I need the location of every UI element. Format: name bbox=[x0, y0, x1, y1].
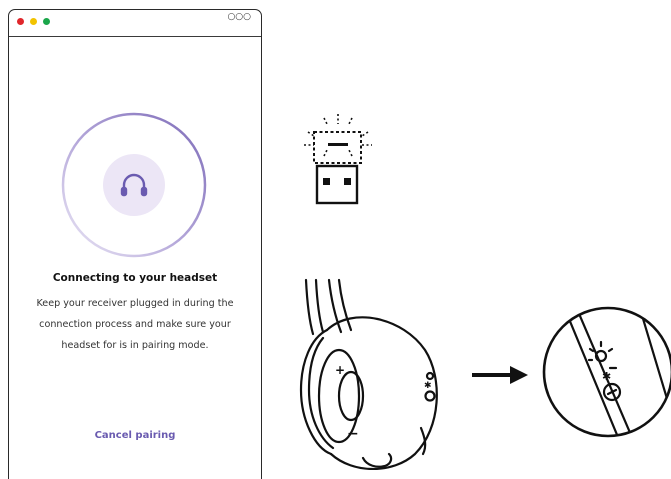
volume-down-label: − bbox=[347, 426, 359, 442]
receiver-led bbox=[328, 143, 348, 146]
minimize-window-button[interactable] bbox=[30, 18, 37, 25]
app-window: ○○○ Connecting to your headset Keep your… bbox=[8, 9, 262, 479]
cancel-pairing-link[interactable]: Cancel pairing bbox=[9, 430, 261, 441]
usb-contact-left bbox=[323, 178, 330, 185]
bluetooth-symbol-icon: ✱ bbox=[424, 381, 432, 391]
title-bar: ○○○ bbox=[9, 10, 261, 36]
instruction-text: Keep your receiver plugged in during the… bbox=[36, 298, 234, 351]
close-window-button[interactable] bbox=[17, 18, 24, 25]
arrow-right-icon bbox=[472, 366, 528, 384]
receiver-top-outline bbox=[313, 131, 362, 164]
title-divider bbox=[9, 36, 261, 37]
headphones-icon-background bbox=[103, 154, 165, 216]
maximize-window-button[interactable] bbox=[43, 18, 50, 25]
earcup-shell bbox=[325, 316, 438, 470]
connection-progress-ring bbox=[61, 112, 207, 258]
earcup-bottom-base bbox=[361, 452, 393, 468]
headset-earcup-icon: + − ✱ bbox=[299, 278, 438, 470]
more-dots-icon[interactable]: ○○○ bbox=[227, 12, 251, 22]
headband-line-1 bbox=[304, 278, 315, 336]
headband-line-4 bbox=[337, 278, 353, 332]
bluetooth-button bbox=[424, 390, 436, 402]
detail-bluetooth-icon: ✱ bbox=[602, 370, 611, 383]
bluetooth-pairing-button-icon: ✱ bbox=[542, 306, 671, 438]
arrow-head bbox=[510, 366, 528, 384]
headband-line-2 bbox=[314, 278, 325, 334]
usb-receiver-icon bbox=[304, 114, 372, 205]
earcup-side-port bbox=[419, 426, 427, 456]
page-title: Connecting to your headset bbox=[52, 272, 218, 284]
bluetooth-led bbox=[425, 371, 435, 381]
usb-contact-right bbox=[344, 178, 351, 185]
volume-up-label: + bbox=[335, 363, 345, 377]
